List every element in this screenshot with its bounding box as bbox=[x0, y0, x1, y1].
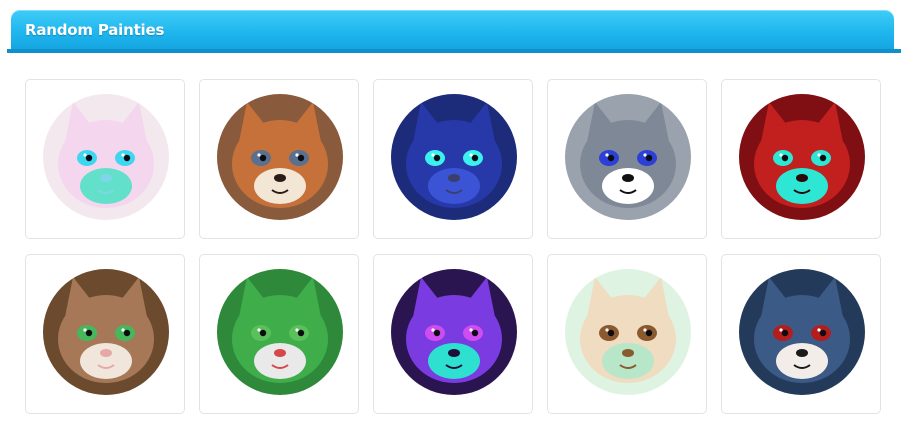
portrait-illustration bbox=[217, 269, 343, 395]
painty-avatar-image[interactable] bbox=[43, 94, 169, 220]
portrait-illustration bbox=[391, 269, 517, 395]
painty-avatar-image[interactable] bbox=[565, 94, 691, 220]
painty-card[interactable] bbox=[721, 254, 881, 414]
painty-avatar-image[interactable] bbox=[391, 269, 517, 395]
painty-card[interactable] bbox=[373, 79, 533, 239]
painty-avatar-image[interactable] bbox=[43, 269, 169, 395]
portrait-illustration bbox=[217, 94, 343, 220]
painty-avatar-image[interactable] bbox=[739, 269, 865, 395]
painty-avatar-image[interactable] bbox=[391, 94, 517, 220]
portrait-illustration bbox=[43, 269, 169, 395]
painty-card[interactable] bbox=[25, 79, 185, 239]
painties-grid bbox=[25, 79, 882, 416]
random-painties-panel: Random Painties bbox=[0, 0, 907, 421]
painty-card[interactable] bbox=[373, 254, 533, 414]
section-title: Random Painties bbox=[25, 21, 165, 39]
painty-card[interactable] bbox=[25, 254, 185, 414]
portrait-illustration bbox=[43, 94, 169, 220]
portrait-illustration bbox=[739, 94, 865, 220]
painty-avatar-image[interactable] bbox=[217, 94, 343, 220]
section-header: Random Painties bbox=[11, 10, 894, 51]
portrait-illustration bbox=[565, 94, 691, 220]
portrait-illustration bbox=[739, 269, 865, 395]
painty-avatar-image[interactable] bbox=[565, 269, 691, 395]
portrait-illustration bbox=[565, 269, 691, 395]
painty-card[interactable] bbox=[199, 79, 359, 239]
portrait-illustration bbox=[391, 94, 517, 220]
painty-avatar-image[interactable] bbox=[217, 269, 343, 395]
painty-card[interactable] bbox=[721, 79, 881, 239]
painty-card[interactable] bbox=[547, 79, 707, 239]
header-underline bbox=[7, 49, 901, 53]
painty-avatar-image[interactable] bbox=[739, 94, 865, 220]
painty-card[interactable] bbox=[199, 254, 359, 414]
painty-card[interactable] bbox=[547, 254, 707, 414]
